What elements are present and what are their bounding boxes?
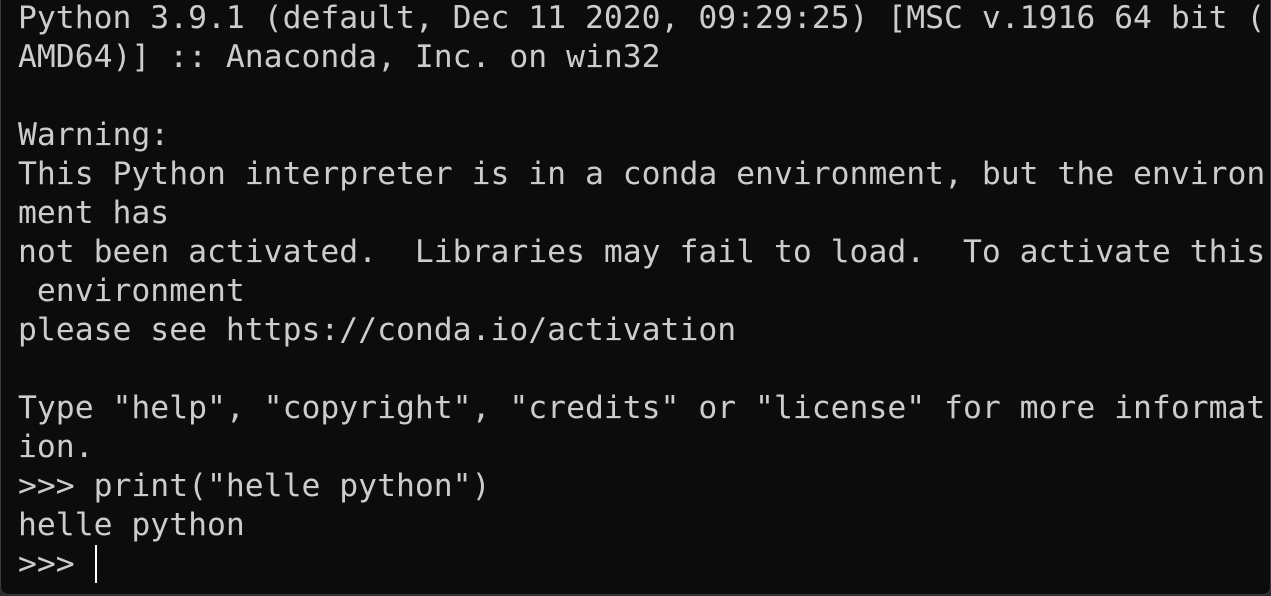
text-cursor [94, 545, 97, 583]
output-line: AMD64)] :: Anaconda, Inc. on win32 [18, 39, 661, 75]
output-line: Type "help", "copyright", "credits" or "… [18, 390, 1266, 426]
output-line: not been activated. Libraries may fail t… [18, 234, 1266, 270]
output-line: Warning: [18, 117, 170, 153]
input-line[interactable]: >>> [18, 545, 1265, 584]
terminal-output: Python 3.9.1 (default, Dec 11 2020, 09:2… [18, 0, 1265, 584]
output-line: environment [18, 273, 245, 309]
command-line: >>> print("helle python") [18, 468, 491, 504]
output-line: ment has [18, 195, 170, 231]
output-line: please see https://conda.io/activation [18, 312, 737, 348]
output-line: This Python interpreter is in a conda en… [18, 156, 1266, 192]
terminal-window[interactable]: Python 3.9.1 (default, Dec 11 2020, 09:2… [0, 0, 1271, 595]
output-line: Python 3.9.1 (default, Dec 11 2020, 09:2… [18, 0, 1266, 36]
output-line: helle python [18, 507, 245, 543]
output-line: ion. [18, 429, 94, 465]
prompt: >>> [18, 546, 94, 582]
